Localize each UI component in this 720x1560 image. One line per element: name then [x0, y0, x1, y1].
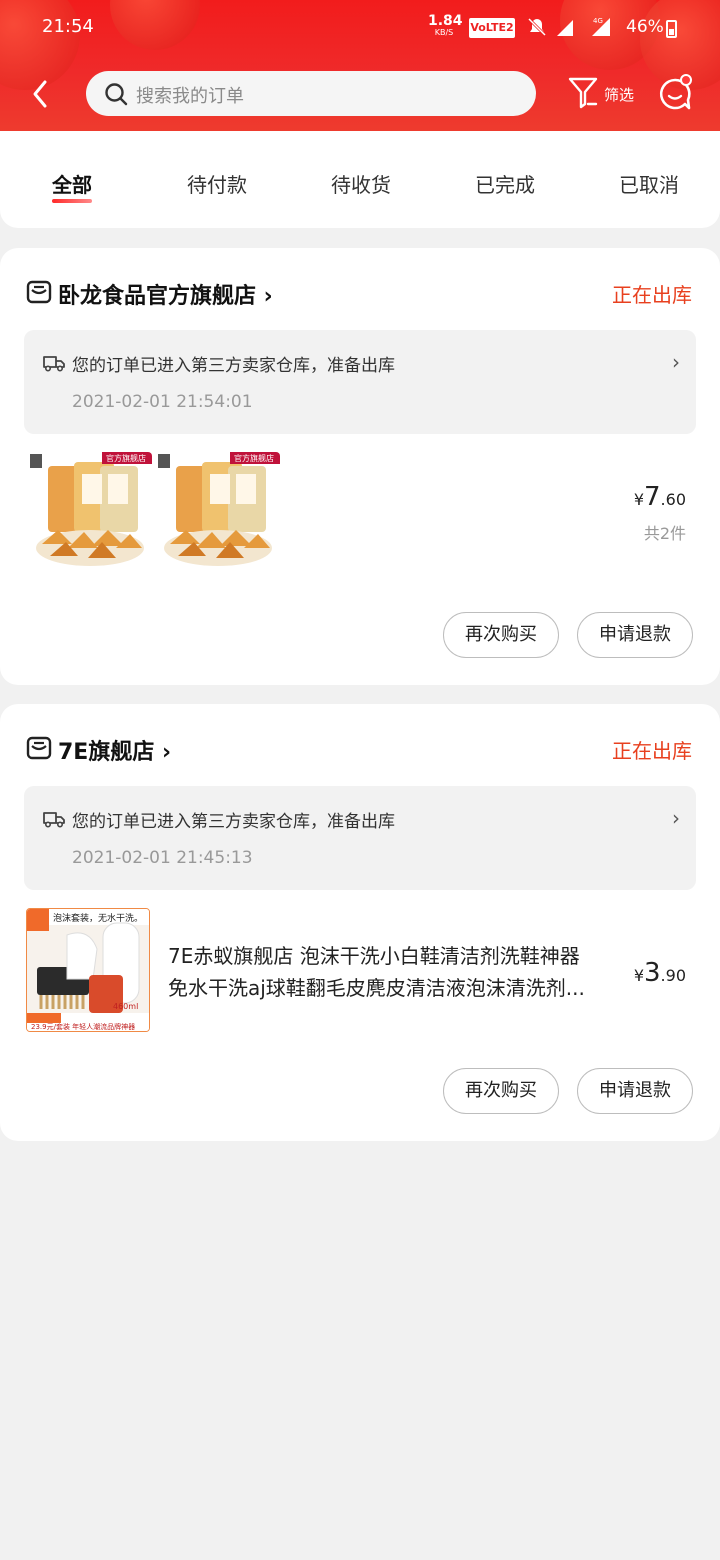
snack-product-image: 官方旗舰店 [28, 452, 152, 576]
svg-text:23.9元/套装 年轻人潮流品牌神器: 23.9元/套装 年轻人潮流品牌神器 [31, 1022, 135, 1031]
filter-label: 筛选 [604, 86, 635, 104]
volte-badge: VoLTE2 [469, 18, 515, 38]
logistics-time: 2021-02-01 21:45:13 [72, 848, 253, 868]
store-name: 卧龙食品官方旗舰店 › [58, 284, 273, 309]
back-button[interactable] [24, 74, 58, 114]
refund-button[interactable]: 申请退款 [577, 1068, 693, 1114]
tab-pending-payment[interactable]: 待付款 [186, 169, 248, 198]
chevron-right-icon: › [672, 806, 680, 830]
store-icon [26, 280, 52, 304]
notification-dot [680, 74, 692, 86]
filter-icon [568, 77, 598, 109]
store-name: 7E旗舰店 › [58, 740, 172, 765]
svg-text:4G: 4G [593, 17, 603, 25]
logistics-text: 您的订单已进入第三方卖家仓库，准备出库 [72, 812, 395, 832]
product-title[interactable]: 7E赤蚁旗舰店 泡沫干洗小白鞋清洁剂洗鞋神器 免水干洗aj球鞋翻毛皮麂皮清洁液泡… [168, 940, 608, 1004]
search-icon [105, 83, 128, 106]
product-thumbnail[interactable]: 官方旗舰店 [28, 452, 152, 576]
tab-all[interactable]: 全部 [52, 169, 92, 198]
active-tab-indicator [52, 199, 92, 203]
header-bar: 21:54 1.84 KB/S VoLTE2 4G 46% 搜索我的订单 筛选 [0, 0, 720, 131]
net-speed: 1.84 KB/S [428, 13, 463, 37]
store-icon [26, 736, 52, 760]
order-tabs: 全部 待付款 待收货 已完成 已取消 [0, 131, 720, 228]
shoe-cleaner-product-image: 泡沫套装，无水干洗。 460ml 23.9元/套装 年轻人潮流品牌神器 [27, 909, 149, 1031]
status-time: 21:54 [42, 16, 94, 37]
product-thumbnail[interactable]: 泡沫套装，无水干洗。 460ml 23.9元/套装 年轻人潮流品牌神器 [26, 908, 150, 1032]
mute-icon [527, 17, 547, 37]
filter-button[interactable]: 筛选 [566, 74, 640, 114]
search-input[interactable]: 搜索我的订单 [86, 71, 536, 116]
signal-4g-icon: 4G [592, 17, 610, 36]
logistics-info[interactable]: 您的订单已进入第三方卖家仓库，准备出库 2021-02-01 21:54:01 … [24, 330, 696, 434]
order-card: 7E旗舰店 › 正在出库 您的订单已进入第三方卖家仓库，准备出库 2021-02… [0, 704, 720, 1141]
svg-text:460ml: 460ml [113, 1002, 138, 1011]
svg-text:泡沫套装，无水干洗。: 泡沫套装，无水干洗。 [53, 912, 143, 924]
buy-again-button[interactable]: 再次购买 [443, 612, 559, 658]
order-card: 卧龙食品官方旗舰店 › 正在出库 您的订单已进入第三方卖家仓库，准备出库 202… [0, 248, 720, 685]
order-status: 正在出库 [612, 739, 692, 763]
logistics-time: 2021-02-01 21:54:01 [72, 392, 253, 412]
order-status: 正在出库 [612, 283, 692, 307]
item-count: 共2件 [643, 524, 686, 543]
snack-product-image: 官方旗舰店 [156, 452, 280, 576]
svg-text:官方旗舰店: 官方旗舰店 [106, 453, 146, 463]
status-bar: 21:54 1.84 KB/S VoLTE2 4G 46% [0, 0, 720, 56]
refund-button[interactable]: 申请退款 [577, 612, 693, 658]
logistics-info[interactable]: 您的订单已进入第三方卖家仓库，准备出库 2021-02-01 21:45:13 … [24, 786, 696, 890]
tab-cancelled[interactable]: 已取消 [618, 169, 680, 198]
battery-percent: 46% [626, 17, 664, 37]
svg-text:官方旗舰店: 官方旗舰店 [234, 453, 274, 463]
logistics-text: 您的订单已进入第三方卖家仓库，准备出库 [72, 356, 395, 376]
buy-again-button[interactable]: 再次购买 [443, 1068, 559, 1114]
tab-completed[interactable]: 已完成 [474, 169, 536, 198]
tab-pending-receipt[interactable]: 待收货 [330, 169, 392, 198]
product-thumbnail[interactable]: 官方旗舰店 [156, 452, 280, 576]
truck-icon [43, 356, 65, 372]
order-price: ¥3.90 [633, 958, 686, 988]
chevron-right-icon: › [672, 350, 680, 374]
search-placeholder: 搜索我的订单 [136, 86, 244, 107]
truck-icon [43, 812, 65, 828]
battery-icon [666, 20, 677, 38]
signal-icon [557, 20, 573, 36]
chevron-left-icon [33, 80, 47, 108]
order-price: ¥7.60 [633, 482, 686, 512]
